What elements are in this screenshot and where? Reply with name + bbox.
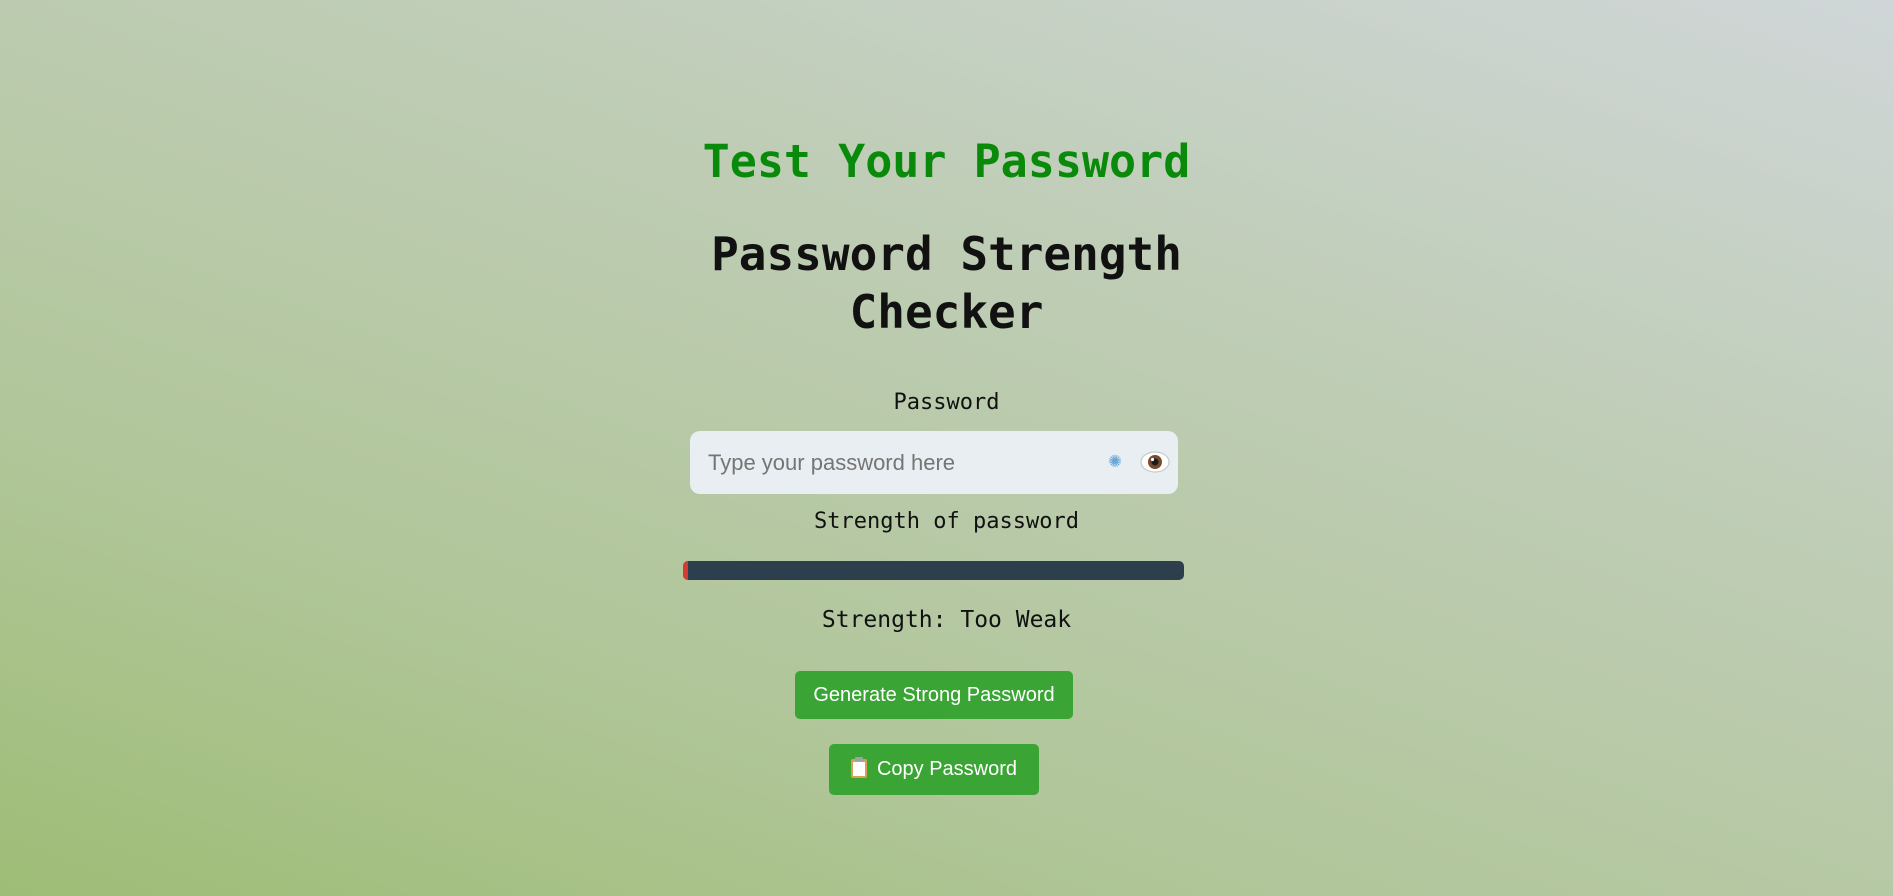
page: Test Your Password Password Strength Che… bbox=[0, 0, 1893, 896]
password-label: Password bbox=[893, 390, 1000, 415]
sparkle-icon[interactable]: ✺ bbox=[1101, 447, 1129, 475]
password-input[interactable] bbox=[708, 431, 1088, 494]
generate-password-label: Generate Strong Password bbox=[813, 683, 1055, 706]
copy-password-label: Copy Password bbox=[876, 758, 1018, 780]
strength-status: Strength: Too Weak bbox=[821, 607, 1072, 633]
clipboard-icon bbox=[850, 757, 867, 778]
strength-label: Strength of password bbox=[814, 509, 1079, 534]
strength-meter-fill bbox=[683, 561, 688, 580]
page-title: Test Your Password bbox=[702, 135, 1191, 188]
page-subtitle: Password Strength Checker bbox=[711, 227, 1182, 339]
generate-password-button[interactable]: Generate Strong Password bbox=[795, 671, 1073, 719]
eye-icon[interactable] bbox=[1139, 447, 1171, 477]
strength-meter bbox=[683, 561, 1184, 580]
copy-password-button[interactable]: Copy Password bbox=[829, 744, 1039, 795]
